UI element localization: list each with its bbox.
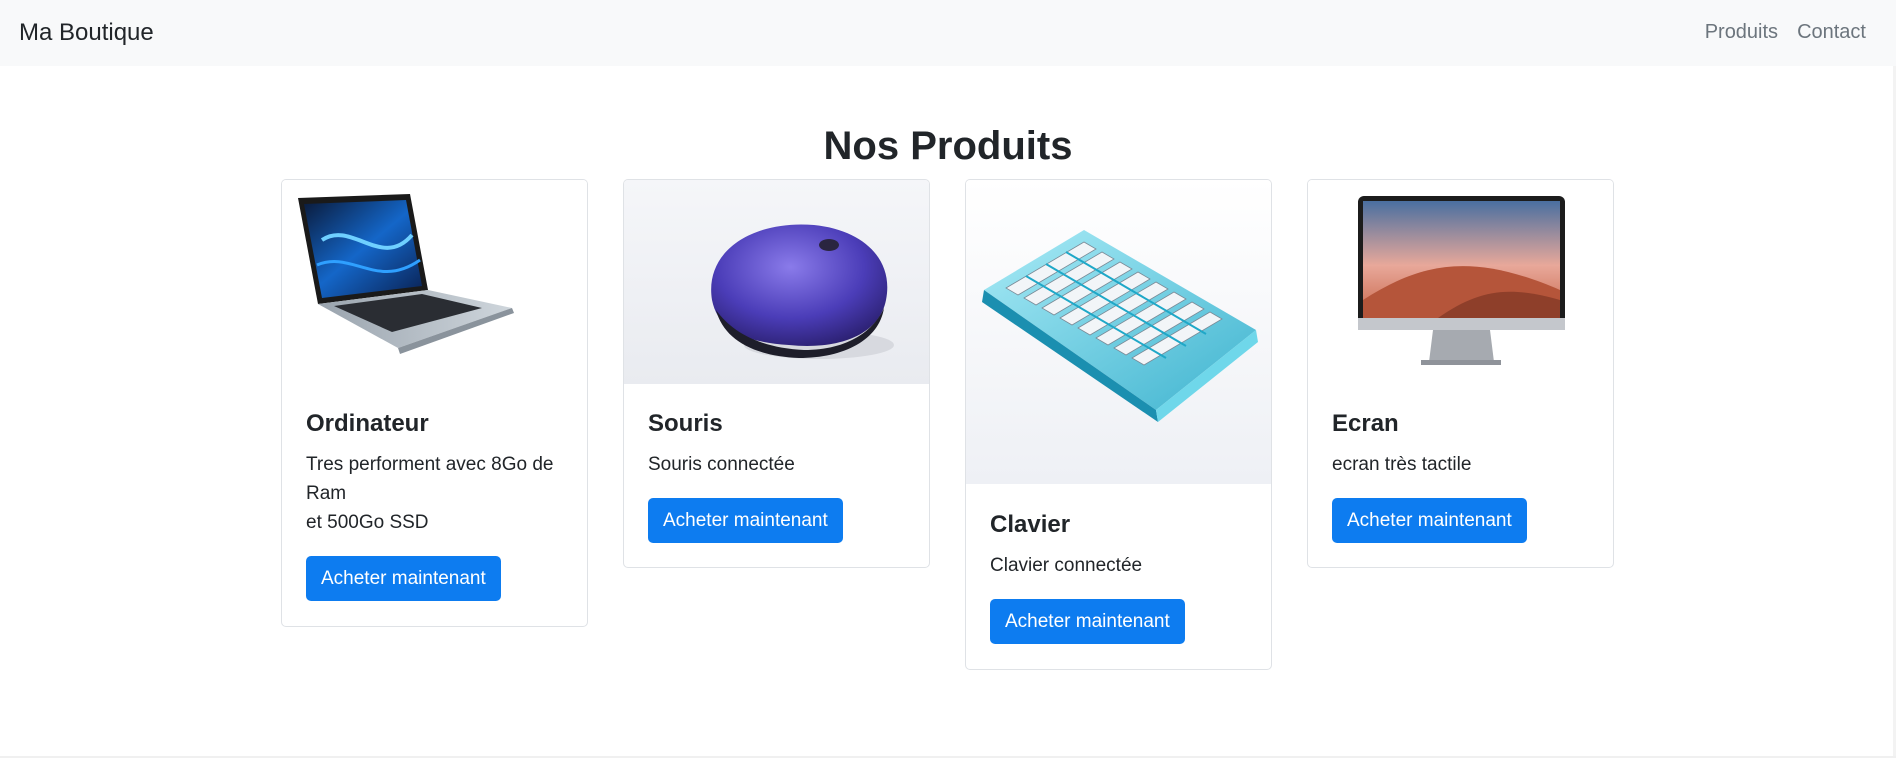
product-body-ordinateur: Ordinateur Tres performent avec 8Go de R…	[306, 410, 563, 601]
navbar: Ma Boutique Produits Contact	[0, 0, 1896, 66]
product-description: Tres performent avec 8Go de Ram et 500Go…	[306, 450, 563, 537]
product-card-souris: Souris Souris connectée Acheter maintena…	[623, 179, 930, 568]
description-line: Tres performent avec 8Go de Ram	[306, 454, 554, 504]
product-description: ecran très tactile	[1332, 450, 1589, 479]
product-description: Souris connectée	[648, 450, 905, 479]
description-line: et 500Go SSD	[306, 512, 429, 533]
product-title: Clavier	[990, 511, 1071, 538]
nav-link-contact[interactable]: Contact	[1797, 21, 1866, 44]
buy-button-ecran[interactable]: Acheter maintenant	[1332, 498, 1527, 543]
product-image-clavier	[966, 180, 1271, 484]
description-line: ecran très tactile	[1332, 454, 1472, 475]
product-card-ordinateur: Ordinateur Tres performent avec 8Go de R…	[281, 179, 588, 627]
description-line: Clavier connectée	[990, 555, 1143, 576]
monitor-icon	[1358, 196, 1565, 365]
product-image-souris	[624, 180, 929, 384]
page-title: Nos Produits	[823, 124, 1073, 168]
product-title: Ecran	[1332, 410, 1399, 437]
product-body-ecran: Ecran ecran très tactile Acheter mainten…	[1332, 410, 1589, 543]
product-card-ecran: Ecran ecran très tactile Acheter mainten…	[1307, 179, 1614, 568]
product-body-clavier: Clavier Clavier connectée Acheter mainte…	[990, 511, 1247, 644]
product-body-souris: Souris Souris connectée Acheter maintena…	[648, 410, 905, 543]
product-card-clavier: Clavier Clavier connectée Acheter mainte…	[965, 179, 1272, 670]
buy-button-souris[interactable]: Acheter maintenant	[648, 498, 843, 543]
description-line: Souris connectée	[648, 454, 795, 475]
laptop-icon	[298, 194, 514, 354]
brand-link[interactable]: Ma Boutique	[19, 19, 154, 47]
buy-button-clavier[interactable]: Acheter maintenant	[990, 599, 1185, 644]
product-image-ecran	[1308, 180, 1613, 371]
product-image-ordinateur	[282, 180, 587, 387]
product-title: Ordinateur	[306, 410, 429, 437]
product-title: Souris	[648, 410, 723, 437]
keyboard-icon	[982, 230, 1258, 422]
product-description: Clavier connectée	[990, 551, 1247, 580]
mouse-icon	[711, 224, 894, 359]
nav-link-produits[interactable]: Produits	[1705, 21, 1778, 44]
buy-button-ordinateur[interactable]: Acheter maintenant	[306, 556, 501, 601]
nav-links: Produits Contact	[1705, 21, 1866, 44]
